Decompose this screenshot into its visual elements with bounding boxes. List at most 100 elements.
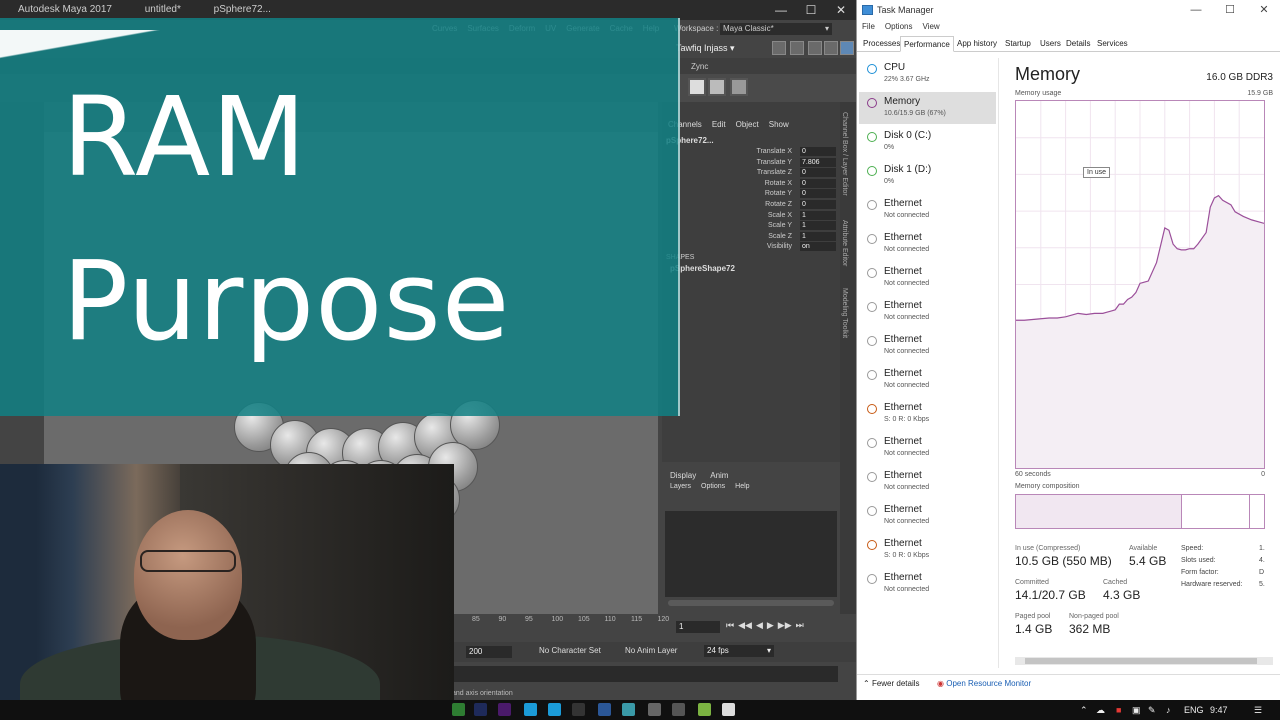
shelf-grid-icon[interactable]: [730, 78, 748, 96]
horizontal-scrollbar[interactable]: [1015, 657, 1273, 665]
skype-icon[interactable]: [548, 703, 561, 716]
current-frame-field[interactable]: 1: [676, 621, 720, 633]
play-backward-icon[interactable]: ◀: [756, 620, 763, 631]
attribute-row[interactable]: Scale X 1: [662, 210, 840, 221]
sidebar-item-disk-0-c[interactable]: Disk 0 (C:) 0%: [859, 126, 996, 158]
close-icon[interactable]: ✕: [826, 0, 856, 20]
play-forward-icon[interactable]: ▶: [767, 620, 774, 631]
explorer-icon[interactable]: [648, 703, 661, 716]
attribute-value-field[interactable]: 7.806: [800, 157, 836, 167]
tab-modeling-toolkit[interactable]: Modeling Toolkit: [841, 288, 848, 338]
sidebar-item-ethernet[interactable]: Ethernet Not connected: [859, 194, 996, 226]
sidebar-item-ethernet[interactable]: Ethernet Not connected: [859, 262, 996, 294]
tab-processes[interactable]: Processes: [860, 36, 903, 52]
shelf-tab-zync[interactable]: Zync: [691, 62, 708, 71]
sidebar-item-memory[interactable]: Memory 10.6/15.9 GB (67%): [859, 92, 996, 124]
tab-anim[interactable]: Anim: [710, 471, 728, 480]
sidebar-item-ethernet[interactable]: Ethernet Not connected: [859, 228, 996, 260]
tab-users[interactable]: Users: [1037, 36, 1064, 52]
tab-details[interactable]: Details: [1063, 36, 1093, 52]
layer-list[interactable]: [665, 511, 837, 597]
channel-box-toggle-icon[interactable]: [790, 41, 804, 55]
user-account-button[interactable]: Tawfiq Injass: [672, 41, 735, 55]
tab-performance[interactable]: Performance: [900, 36, 954, 52]
photoshop-icon[interactable]: [474, 703, 487, 716]
attribute-row[interactable]: Rotate Z 0: [662, 200, 840, 210]
minimize-icon[interactable]: —: [766, 0, 796, 20]
horizontal-scrollbar[interactable]: [668, 600, 834, 606]
menu-view[interactable]: View: [922, 22, 939, 31]
maya-icon[interactable]: [622, 703, 635, 716]
tab-attribute-editor[interactable]: Attribute Editor: [841, 220, 848, 266]
sidebar-item-ethernet[interactable]: Ethernet Not connected: [859, 466, 996, 498]
attribute-row[interactable]: Translate X 0: [662, 147, 840, 157]
attribute-value-field[interactable]: 1: [800, 221, 836, 231]
sidebar-item-ethernet[interactable]: Ethernet Not connected: [859, 296, 996, 328]
go-to-end-icon[interactable]: ⏭: [796, 620, 804, 631]
scrollbar-thumb[interactable]: [1025, 658, 1257, 664]
premiere-icon[interactable]: [498, 703, 511, 716]
sidebar-item-disk-1-d[interactable]: Disk 1 (D:) 0%: [859, 160, 996, 192]
character-set-select[interactable]: No Character Set: [539, 646, 601, 655]
cloud-icon[interactable]: ☁: [1096, 700, 1105, 720]
range-end-field[interactable]: 200: [466, 646, 512, 658]
menu-options[interactable]: Options: [701, 483, 725, 490]
attribute-row[interactable]: Translate Z 0: [662, 168, 840, 178]
antivirus-icon[interactable]: ■: [1116, 700, 1121, 720]
app-icon[interactable]: [698, 703, 711, 716]
minimize-icon[interactable]: —: [1179, 0, 1213, 20]
attribute-row[interactable]: Rotate X 0: [662, 178, 840, 189]
attribute-row[interactable]: Rotate Y 0: [662, 189, 840, 199]
attribute-row[interactable]: Visibility on: [662, 242, 840, 252]
shelf-render-icon[interactable]: [708, 78, 726, 96]
clock[interactable]: 9:47 PM: [1210, 700, 1228, 720]
shelf-tool-icon[interactable]: [688, 78, 706, 96]
fewer-details-button[interactable]: ⌃ Fewer details: [863, 679, 920, 688]
app-icon[interactable]: [672, 703, 685, 716]
attribute-value-field[interactable]: 1: [800, 210, 836, 220]
attribute-editor-toggle-icon[interactable]: [808, 41, 822, 55]
channel-menu-object[interactable]: Object: [736, 120, 759, 129]
sidebar-item-ethernet[interactable]: Ethernet Not connected: [859, 330, 996, 362]
tab-startup[interactable]: Startup: [1002, 36, 1034, 52]
modeling-toolkit-icon[interactable]: [840, 41, 854, 55]
step-back-key-icon[interactable]: ◀◀: [738, 620, 752, 631]
command-line[interactable]: [452, 666, 838, 682]
sidebar-item-ethernet[interactable]: Ethernet S: 0 R: 0 Kbps: [859, 398, 996, 430]
tool-settings-toggle-icon[interactable]: [824, 41, 838, 55]
steam-icon[interactable]: [572, 703, 585, 716]
snap-icon[interactable]: [772, 41, 786, 55]
language-indicator[interactable]: ENG: [1184, 700, 1204, 720]
attribute-value-field[interactable]: 0: [800, 147, 836, 156]
menu-layers[interactable]: Layers: [670, 483, 691, 490]
sidebar-item-ethernet[interactable]: Ethernet Not connected: [859, 500, 996, 532]
taskbar-app-icon[interactable]: [452, 703, 465, 716]
go-to-start-icon[interactable]: ⏮: [726, 620, 734, 631]
attribute-value-field[interactable]: on: [800, 242, 836, 252]
sidebar-item-ethernet[interactable]: Ethernet Not connected: [859, 568, 996, 600]
attribute-value-field[interactable]: 1: [800, 231, 836, 241]
skype-icon[interactable]: [524, 703, 537, 716]
channel-menu-edit[interactable]: Edit: [712, 120, 726, 129]
tab-display[interactable]: Display: [670, 471, 696, 480]
attribute-row[interactable]: Scale Z 1: [662, 231, 840, 242]
open-resource-monitor-link[interactable]: ◉ Open Resource Monitor: [937, 679, 1031, 688]
channel-menu-show[interactable]: Show: [769, 120, 789, 129]
step-forward-key-icon[interactable]: ▶▶: [778, 620, 792, 631]
attribute-value-field[interactable]: 0: [800, 168, 836, 178]
sidebar-item-ethernet[interactable]: Ethernet Not connected: [859, 432, 996, 464]
attribute-row[interactable]: Translate Y 7.806: [662, 157, 840, 168]
close-icon[interactable]: ✕: [1247, 0, 1280, 20]
tab-services[interactable]: Services: [1094, 36, 1131, 52]
menu-options[interactable]: Options: [885, 22, 913, 31]
maximize-icon[interactable]: ☐: [1213, 0, 1247, 20]
attribute-row[interactable]: Scale Y 1: [662, 221, 840, 231]
attribute-value-field[interactable]: 0: [800, 178, 836, 188]
tab-app-history[interactable]: App history: [954, 36, 1000, 52]
menu-file[interactable]: File: [862, 22, 875, 31]
attribute-value-field[interactable]: 0: [800, 189, 836, 199]
notification-icon[interactable]: ☰: [1254, 700, 1262, 720]
sidebar-item-cpu[interactable]: CPU 22% 3.67 GHz: [859, 58, 996, 90]
pen-icon[interactable]: ✎: [1148, 700, 1156, 720]
sidebar-item-ethernet[interactable]: Ethernet S: 0 R: 0 Kbps: [859, 534, 996, 566]
